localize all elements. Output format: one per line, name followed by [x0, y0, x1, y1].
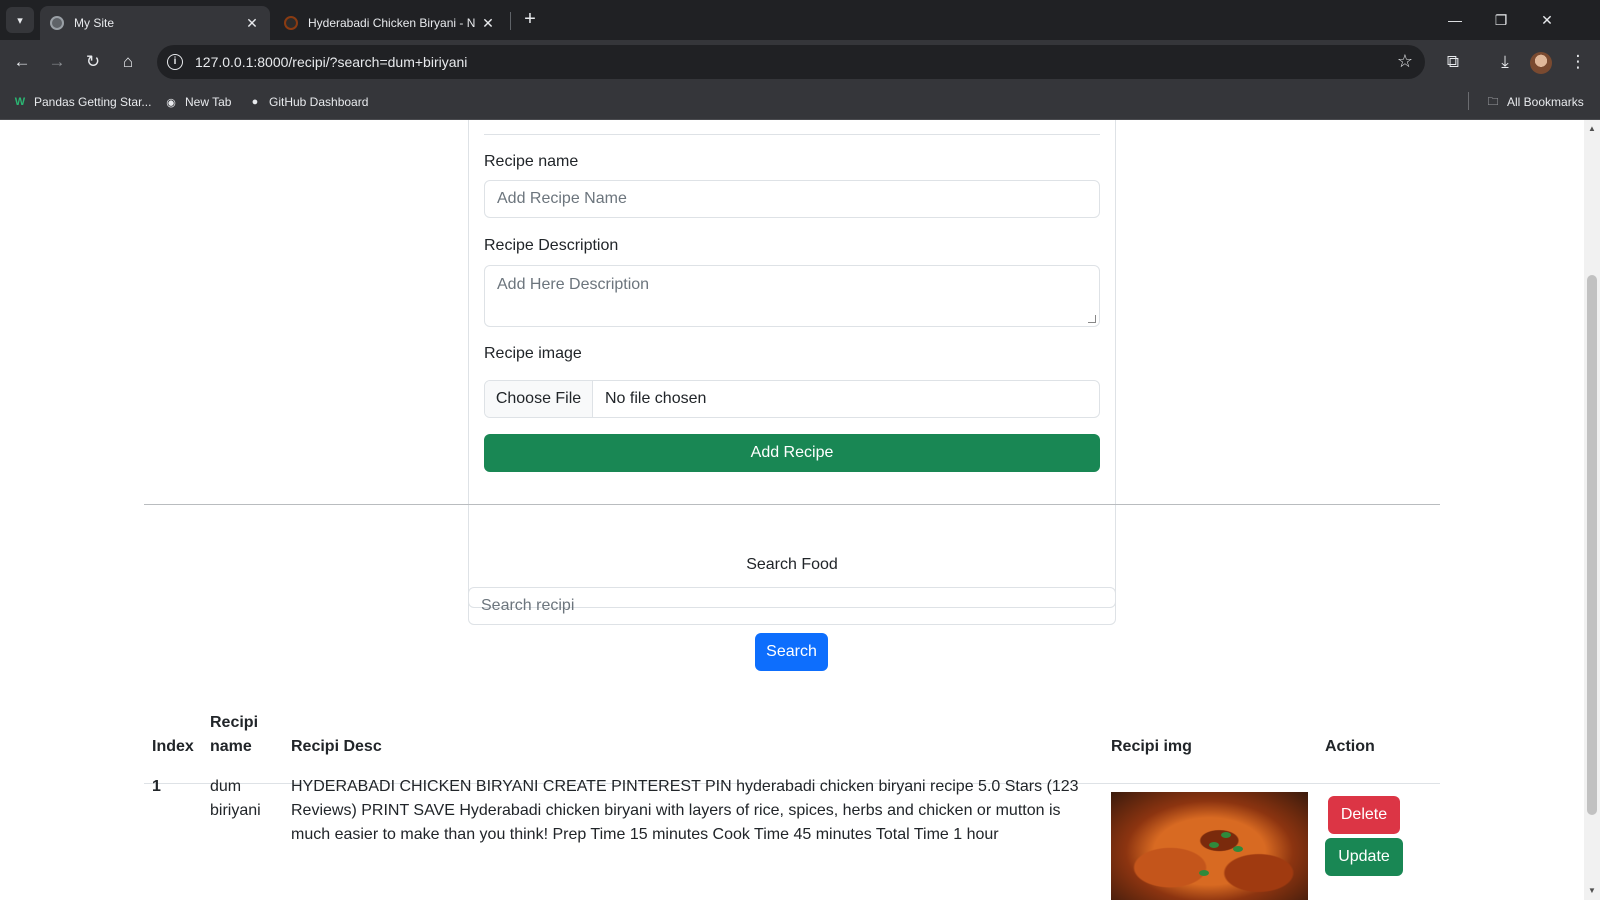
- bookmark-label: GitHub Dashboard: [269, 95, 369, 109]
- home-icon[interactable]: ⌂: [116, 50, 140, 74]
- recipe-description-input[interactable]: Add Here Description: [484, 265, 1100, 327]
- garnish-shape: [1221, 832, 1231, 838]
- scroll-down-icon[interactable]: ▼: [1588, 886, 1596, 895]
- tab-separator: [510, 12, 511, 30]
- profile-avatar[interactable]: [1530, 52, 1552, 74]
- header-action: Action: [1325, 738, 1375, 755]
- scroll-up-icon[interactable]: ▲: [1588, 124, 1596, 133]
- update-button[interactable]: Update: [1325, 838, 1403, 876]
- row-recipe-desc: HYDERABADI CHICKEN BIRYANI CREATE PINTER…: [291, 778, 1079, 843]
- page-scrollbar[interactable]: ▲ ▼: [1584, 120, 1600, 900]
- download-icon[interactable]: ⤓: [1492, 50, 1518, 74]
- file-status-text: No file chosen: [605, 390, 707, 407]
- row-index: 1: [152, 778, 161, 795]
- tab-title: Hyderabadi Chicken Biryani - N: [308, 16, 476, 30]
- card-divider: [484, 134, 1100, 135]
- recipe-image-label: Recipe image: [484, 345, 582, 362]
- minimize-icon[interactable]: —: [1440, 8, 1470, 32]
- github-icon: ●: [251, 96, 259, 108]
- search-input[interactable]: Search recipi: [468, 587, 1116, 625]
- close-icon[interactable]: ✕: [480, 15, 496, 32]
- garnish-shape: [1199, 870, 1209, 876]
- site-info-icon[interactable]: i: [167, 54, 183, 70]
- page-content: Recipe name Add Recipe Name Recipe Descr…: [0, 120, 1584, 900]
- scrollbar-thumb[interactable]: [1587, 275, 1597, 815]
- menu-dots-icon[interactable]: ⋮: [1565, 50, 1591, 74]
- choose-file-button[interactable]: Choose File: [485, 381, 593, 417]
- restore-icon[interactable]: ❐: [1486, 8, 1516, 32]
- recipe-name-label: Recipe name: [484, 153, 579, 170]
- garnish-shape: [1233, 846, 1243, 852]
- tab-strip: ▾ My Site ✕ Hyderabadi Chicken Biryani -…: [0, 0, 1600, 40]
- tab-search-button[interactable]: ▾: [6, 7, 34, 33]
- search-button[interactable]: Search: [755, 633, 828, 671]
- garnish-shape: [1209, 842, 1219, 848]
- recipe-name-placeholder: Add Recipe Name: [497, 190, 627, 207]
- bookmark-label: New Tab: [185, 95, 232, 109]
- extensions-icon[interactable]: ⧉: [1440, 50, 1466, 74]
- bookmark-github[interactable]: ● GitHub Dashboard: [247, 92, 369, 112]
- bookmark-label: Pandas Getting Star...: [34, 95, 152, 109]
- resize-handle-icon[interactable]: [1088, 315, 1096, 323]
- search-food-label: Search Food: [746, 556, 838, 573]
- new-tab-icon[interactable]: +: [518, 8, 542, 32]
- reload-icon[interactable]: ↻: [81, 50, 105, 74]
- forward-arrow-icon[interactable]: →: [45, 50, 69, 74]
- address-bar[interactable]: i 127.0.0.1:8000/recipi/?search=dum+biri…: [157, 45, 1425, 79]
- w-logo-icon: W: [14, 96, 26, 108]
- header-recipi-name: Recipi name: [210, 714, 259, 755]
- tab-title: My Site: [74, 16, 115, 30]
- header-recipi-img: Recipi img: [1111, 738, 1192, 755]
- header-index: Index: [152, 738, 194, 755]
- globe-icon: [50, 16, 64, 30]
- window-close-icon[interactable]: ✕: [1532, 8, 1562, 32]
- close-icon[interactable]: ✕: [244, 15, 260, 32]
- url-text[interactable]: 127.0.0.1:8000/recipi/?search=dum+biriya…: [195, 54, 467, 70]
- tab-my-site[interactable]: My Site ✕: [40, 6, 270, 40]
- row-recipe-name: dum biriyani: [210, 778, 261, 819]
- folder-icon: 🗀: [1487, 95, 1499, 108]
- delete-button[interactable]: Delete: [1328, 796, 1400, 834]
- search-placeholder: Search recipi: [481, 597, 575, 614]
- tab-biryani[interactable]: Hyderabadi Chicken Biryani - N ✕: [274, 6, 506, 40]
- bookmark-new-tab[interactable]: ◉ New Tab: [163, 92, 231, 112]
- header-recipi-desc: Recipi Desc: [291, 738, 382, 755]
- bookmarks-bar: W Pandas Getting Star... ◉ New Tab ● Git…: [0, 84, 1600, 120]
- site-favicon-icon: [284, 16, 298, 30]
- recipe-description-placeholder: Add Here Description: [497, 276, 650, 293]
- globe-icon: ◉: [166, 96, 176, 109]
- all-bookmarks[interactable]: 🗀 All Bookmarks: [1485, 92, 1584, 112]
- bookmark-pandas[interactable]: W Pandas Getting Star...: [12, 92, 152, 112]
- star-icon[interactable]: ☆: [1397, 51, 1413, 72]
- bookmarks-separator: [1468, 92, 1469, 110]
- recipe-description-label: Recipe Description: [484, 237, 619, 254]
- all-bookmarks-label: All Bookmarks: [1507, 95, 1584, 109]
- section-divider: [144, 504, 1440, 505]
- recipe-image: [1111, 792, 1308, 900]
- recipe-image-file-input[interactable]: Choose File No file chosen: [484, 380, 1100, 418]
- browser-toolbar: ← → ↻ ⌂ i 127.0.0.1:8000/recipi/?search=…: [0, 40, 1600, 84]
- recipe-name-input[interactable]: Add Recipe Name: [484, 180, 1100, 218]
- back-arrow-icon[interactable]: ←: [10, 50, 34, 74]
- add-recipe-button[interactable]: Add Recipe: [484, 434, 1100, 472]
